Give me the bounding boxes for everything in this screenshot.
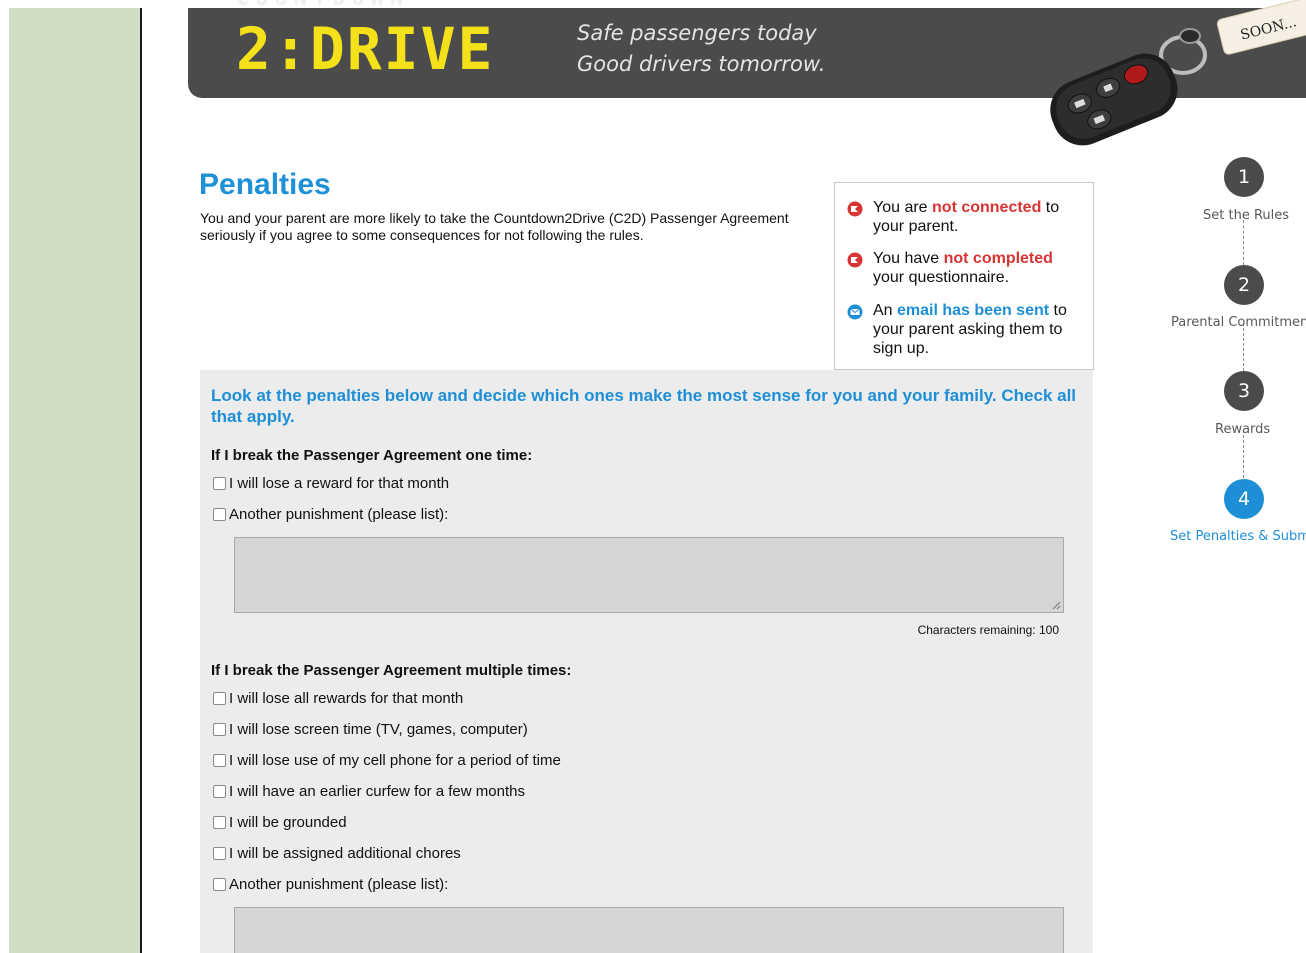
multiple-times-heading: If I break the Passenger Agreement multi… — [211, 662, 572, 679]
one-time-punishment-textarea[interactable] — [234, 537, 1064, 613]
status-email-sent: An email has been sent to your parent as… — [847, 301, 1083, 358]
checkbox[interactable] — [213, 477, 226, 490]
sidebar-divider — [140, 8, 142, 953]
tagline: Safe passengers today Good drivers tomor… — [577, 18, 877, 80]
step-4-number[interactable]: 4 — [1224, 479, 1264, 519]
option-another-punishment-2[interactable]: Another punishment (please list): — [213, 876, 448, 893]
step-3-number[interactable]: 3 — [1224, 371, 1264, 411]
alert-icon — [847, 252, 863, 268]
checkbox[interactable] — [213, 785, 226, 798]
option-lose-all-rewards[interactable]: I will lose all rewards for that month — [213, 690, 463, 707]
page-title: Penalties — [199, 168, 331, 201]
step-connector — [1243, 430, 1244, 478]
checkbox[interactable] — [213, 692, 226, 705]
checkbox[interactable] — [213, 816, 226, 829]
not-completed-link[interactable]: not completed — [944, 250, 1053, 267]
multiple-punishment-textarea[interactable] — [234, 907, 1064, 953]
step-2-number[interactable]: 2 — [1224, 265, 1264, 305]
alert-icon — [847, 201, 863, 217]
intro-text: You and your parent are more likely to t… — [200, 210, 789, 243]
status-not-connected: You are not connected to your parent. — [847, 198, 1083, 236]
step-1-label[interactable]: Set the Rules — [1203, 208, 1289, 223]
tagline-line2: Good drivers tomorrow. — [577, 52, 826, 76]
step-connector — [1243, 323, 1244, 371]
penalties-panel: Look at the penalties below and decide w… — [200, 370, 1093, 953]
option-additional-chores[interactable]: I will be assigned additional chores — [213, 845, 461, 862]
option-earlier-curfew[interactable]: I will have an earlier curfew for a few … — [213, 783, 525, 800]
step-2-label[interactable]: Parental Commitment — [1171, 315, 1306, 330]
step-4-label[interactable]: Set Penalties & Submit — [1170, 529, 1306, 544]
tagline-line1: Safe passengers today — [577, 21, 817, 45]
not-connected-link[interactable]: not connected — [932, 199, 1041, 216]
step-3-label[interactable]: Rewards — [1215, 422, 1270, 437]
option-grounded[interactable]: I will be grounded — [213, 814, 347, 831]
characters-remaining: Characters remaining: 100 — [917, 623, 1059, 637]
resize-grip-icon[interactable] — [1051, 600, 1061, 610]
left-sidebar — [9, 8, 140, 953]
option-another-punishment-1[interactable]: Another punishment (please list): — [213, 506, 448, 523]
one-time-heading: If I break the Passenger Agreement one t… — [211, 447, 533, 464]
checkbox[interactable] — [213, 723, 226, 736]
option-lose-cell-phone[interactable]: I will lose use of my cell phone for a p… — [213, 752, 561, 769]
option-lose-reward[interactable]: I will lose a reward for that month — [213, 475, 449, 492]
logo[interactable]: 2:DRIVE — [236, 18, 494, 80]
logo-top-text: COUNTDOWN — [236, 0, 536, 10]
status-not-completed: You have not completed your questionnair… — [847, 249, 1083, 287]
email-icon — [847, 304, 863, 320]
email-sent-link[interactable]: email has been sent — [897, 302, 1049, 319]
checkbox[interactable] — [213, 754, 226, 767]
option-lose-screen-time[interactable]: I will lose screen time (TV, games, comp… — [213, 721, 528, 738]
step-1-number[interactable]: 1 — [1224, 157, 1264, 197]
status-box: You are not connected to your parent. Yo… — [834, 182, 1094, 370]
panel-instructions: Look at the penalties below and decide w… — [211, 386, 1077, 426]
checkbox[interactable] — [213, 847, 226, 860]
checkbox[interactable] — [213, 878, 226, 891]
progress-steps: 1 Set the Rules 2 Parental Commitment 3 … — [1160, 155, 1306, 575]
left-margin — [0, 0, 9, 953]
checkbox[interactable] — [213, 508, 226, 521]
car-keyfob-image: SOON... — [1050, 0, 1306, 146]
